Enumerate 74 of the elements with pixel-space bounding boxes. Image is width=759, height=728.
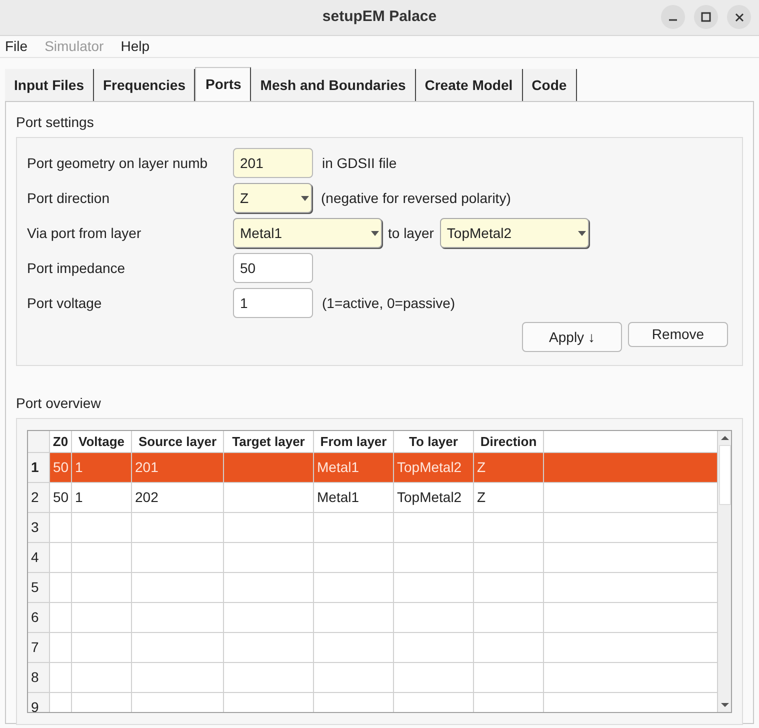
menu-item[interactable]: Help — [120, 36, 150, 56]
field-label: Via port from layer — [27, 224, 142, 243]
tab[interactable]: Mesh and Boundaries — [251, 69, 416, 101]
row-header[interactable]: 2 — [28, 483, 50, 512]
caret-icon — [301, 196, 309, 200]
tab[interactable]: Input Files — [5, 69, 94, 101]
close-button[interactable] — [727, 5, 751, 29]
text-field[interactable]: 201 — [233, 148, 313, 178]
table-cell: 50 — [50, 483, 72, 512]
maximize-icon — [701, 12, 711, 22]
scroll-thumb[interactable] — [718, 445, 730, 505]
table-row[interactable]: 8 — [28, 663, 717, 693]
table-row[interactable]: 7 — [28, 633, 717, 663]
table-row[interactable]: 4 — [28, 543, 717, 573]
field-label: Port direction — [27, 188, 110, 208]
tab[interactable]: Frequencies — [94, 69, 196, 101]
text-field[interactable]: 1 — [233, 288, 313, 318]
row-header[interactable]: 6 — [28, 603, 50, 632]
row-header[interactable]: 1 — [28, 453, 50, 482]
row-header[interactable]: 5 — [28, 573, 50, 602]
table-cell: TopMetal2 — [394, 483, 474, 512]
column-header[interactable]: Voltage — [72, 431, 132, 452]
field-label: Port geometry on layer numb — [27, 154, 209, 173]
table-cell: 1 — [72, 453, 132, 482]
tab[interactable]: Create Model — [416, 69, 523, 101]
dropdown[interactable]: TopMetal2 — [440, 218, 589, 248]
row-header[interactable]: 4 — [28, 543, 50, 572]
row-header[interactable]: 8 — [28, 663, 50, 692]
caret-icon — [578, 230, 586, 236]
scrollbar[interactable] — [717, 431, 731, 712]
field-note: (negative for reversed polarity) — [321, 188, 511, 208]
table-cell: Z — [474, 483, 544, 512]
row-header[interactable]: 3 — [28, 513, 50, 542]
table-cell: 1 — [72, 483, 132, 512]
table-row[interactable]: 3 — [28, 513, 717, 543]
minimize-button[interactable] — [661, 5, 685, 29]
table-cell: Metal1 — [314, 453, 394, 482]
field-label: to layer — [388, 224, 434, 243]
group-title: Port settings — [16, 113, 95, 132]
column-header[interactable]: To layer — [394, 431, 474, 452]
column-header[interactable]: Z0 — [50, 431, 72, 452]
tab[interactable]: Code — [522, 69, 577, 101]
window-title: setupEM Palace — [322, 7, 437, 28]
group-title: Port overview — [16, 394, 102, 413]
row-header[interactable]: 7 — [28, 633, 50, 662]
dropdown[interactable]: Metal1 — [233, 218, 382, 248]
maximize-button[interactable] — [694, 5, 718, 29]
column-header[interactable]: From layer — [314, 431, 394, 452]
close-icon — [734, 12, 744, 22]
table-cell: 202 — [132, 483, 224, 512]
dropdown[interactable]: Z — [233, 183, 312, 213]
table-cell: 201 — [132, 453, 224, 482]
table-row[interactable]: 1 50 1 201 Metal1 TopMetal2 Z — [28, 453, 717, 483]
menu-item[interactable]: File — [5, 36, 28, 56]
caret-icon — [371, 230, 379, 236]
table-cell: TopMetal2 — [394, 453, 474, 482]
tab[interactable]: Ports — [195, 67, 252, 101]
field-label: Port impedance — [27, 258, 126, 278]
row-header[interactable]: 9 — [28, 693, 50, 712]
action-button[interactable]: Apply ↓ — [522, 322, 622, 352]
table-cell: 50 — [50, 453, 72, 482]
column-header[interactable]: Target layer — [224, 431, 314, 452]
field-note: in GDSII file — [322, 154, 397, 172]
column-header[interactable]: Direction — [474, 431, 544, 452]
table-row[interactable]: 5 — [28, 573, 717, 603]
table-row[interactable]: 2 50 1 202 Metal1 TopMetal2 Z — [28, 483, 717, 513]
text-field[interactable]: 50 — [233, 253, 313, 283]
field-label: Port voltage — [27, 294, 103, 313]
field-note: (1=active, 0=passive) — [322, 294, 456, 313]
action-button[interactable]: Remove — [628, 322, 728, 347]
table-cell: Metal1 — [314, 483, 394, 512]
table-row[interactable]: 6 — [28, 603, 717, 633]
table-cell: Z — [474, 453, 544, 482]
column-header[interactable]: Source layer — [132, 431, 224, 452]
